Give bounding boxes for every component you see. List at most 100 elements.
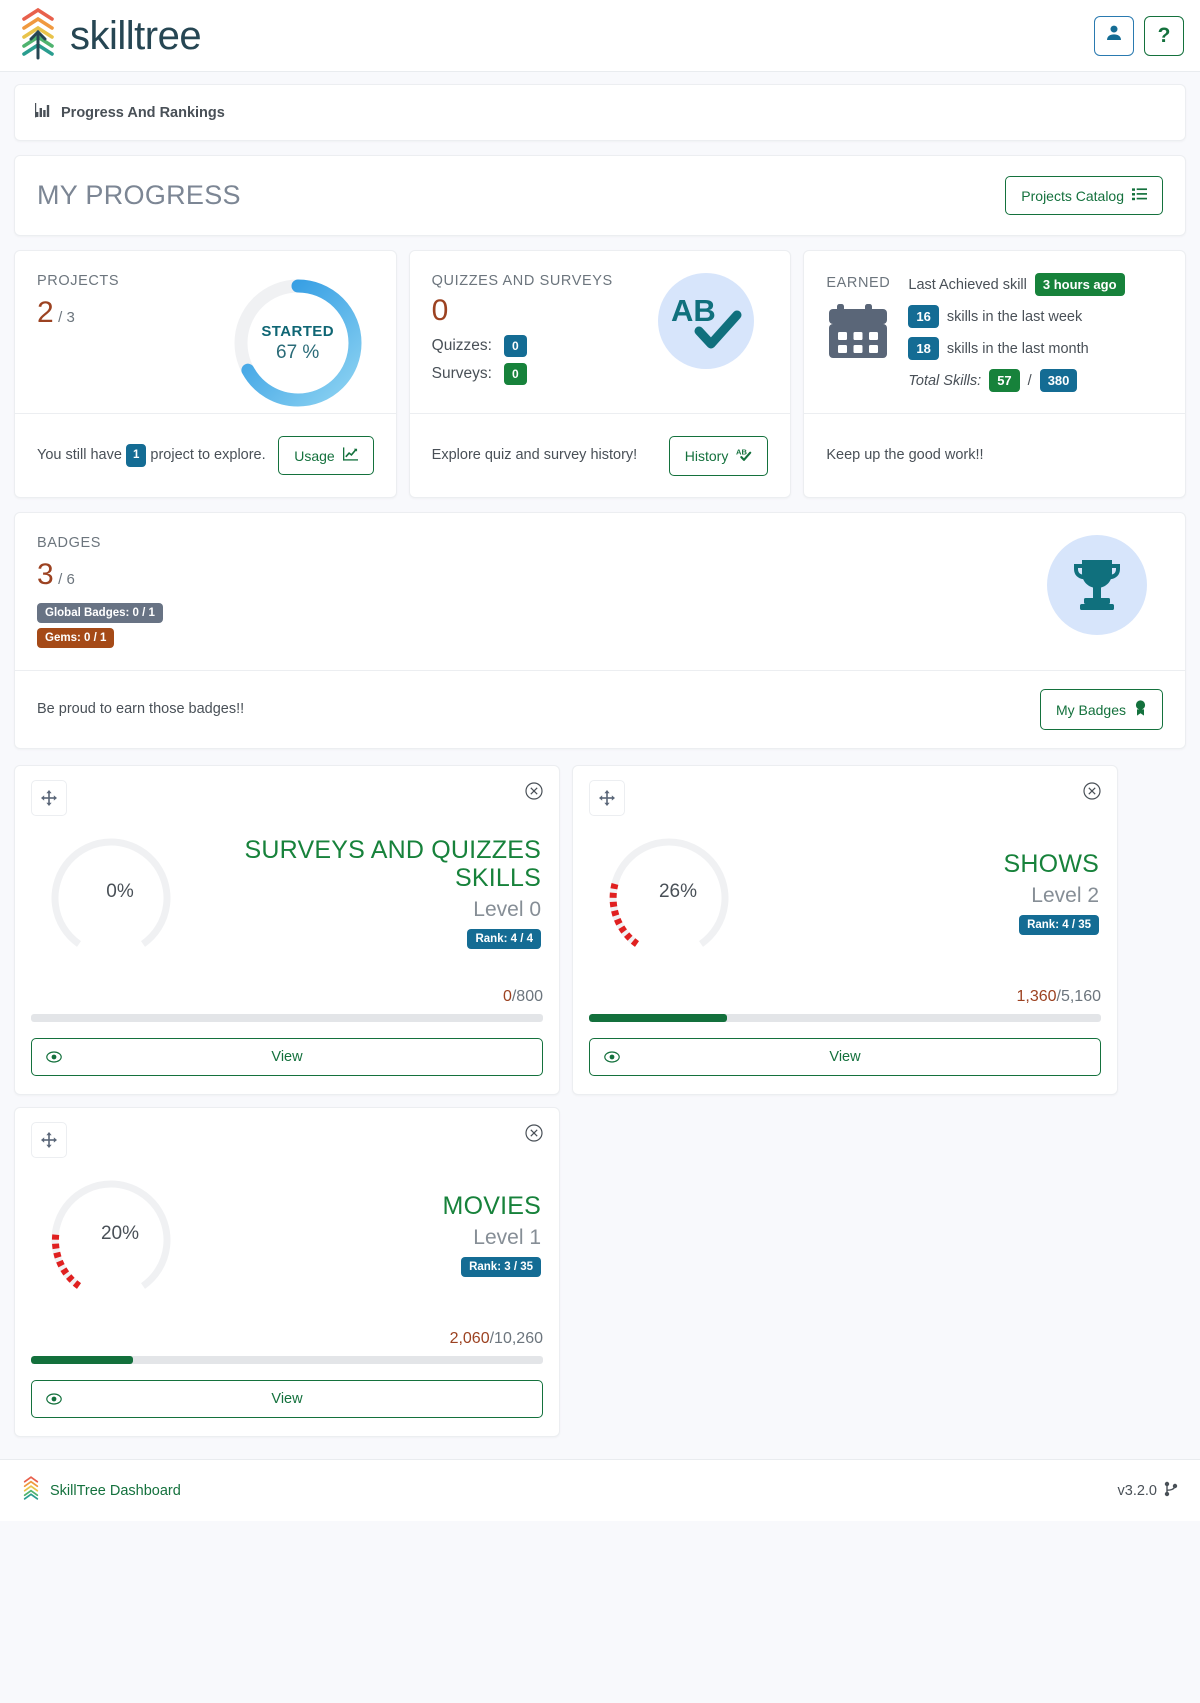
skills-last-week-label: skills in the last week	[946, 308, 1083, 325]
projects-catalog-label: Projects Catalog	[1021, 187, 1124, 204]
tile-close-button[interactable]	[1083, 782, 1101, 805]
quizzes-surveys-card: QUIZZES AND SURVEYS 0 Quizzes: 0 Surveys…	[408, 250, 792, 498]
my-badges-label: My Badges	[1055, 701, 1126, 718]
skills-last-month-label: skills in the last month	[946, 340, 1089, 357]
tile-points-total: /800	[511, 988, 543, 1005]
tile-level: Level 1	[473, 1225, 541, 1249]
projects-card-footer: You still have 1 project to explore. Usa…	[15, 413, 396, 497]
tile-close-button[interactable]	[525, 1124, 543, 1147]
tile-gauge-percent: 26%	[658, 881, 698, 902]
tile-view-button[interactable]: View	[589, 1038, 1101, 1076]
my-progress-header: MY PROGRESS Projects Catalog	[14, 155, 1186, 236]
quizzes-label: QUIZZES AND SURVEYS	[431, 273, 613, 289]
tile-close-button[interactable]	[525, 782, 543, 805]
footer-right: v3.2.0	[1118, 1481, 1179, 1501]
donut-status-label: STARTED	[261, 322, 334, 340]
earned-label: EARNED	[826, 275, 891, 291]
tile-points: 2,060/10,260	[31, 1330, 543, 1348]
earned-lines: Last Achieved skill 3 hours ago 16 skill…	[908, 273, 1125, 392]
projects-card-body: PROJECTS 2 / 3 STARTED 67 %	[15, 251, 396, 413]
tile-progress-fill	[589, 1014, 728, 1022]
last-achieved-label: Last Achieved skill	[908, 276, 1027, 293]
tile-project-name: MOVIES	[442, 1191, 541, 1220]
tile-gauge-percent: 20%	[100, 1223, 140, 1244]
tile-view-button[interactable]: View	[31, 1038, 543, 1076]
skilltree-chevron-logo-icon	[18, 6, 58, 65]
user-menu-button[interactable]	[1094, 15, 1134, 56]
tile-view-label: View	[829, 1049, 861, 1065]
eye-icon	[604, 1051, 620, 1063]
tile-move-handle[interactable]	[589, 780, 625, 816]
brand-name: skilltree	[70, 13, 202, 58]
svg-text:AB: AB	[671, 293, 716, 328]
tile-rank: Rank: 3 / 35	[201, 1256, 541, 1277]
ab-check-small-icon: AB	[736, 447, 752, 465]
chart-line-icon	[342, 447, 358, 464]
total-skills-separator: /	[1027, 372, 1032, 389]
help-button[interactable]: ?	[1144, 15, 1184, 56]
badges-label: BADGES	[37, 535, 102, 551]
brand[interactable]: skilltree	[18, 6, 202, 65]
tile-view-button[interactable]: View	[31, 1380, 543, 1418]
projects-catalog-button[interactable]: Projects Catalog	[1005, 176, 1163, 215]
tile-gauge: 26%	[589, 822, 749, 962]
usage-button[interactable]: Usage	[278, 436, 374, 475]
tile-move-handle[interactable]	[31, 780, 67, 816]
history-button[interactable]: History AB	[668, 435, 769, 476]
surveys-row-count: 0	[503, 363, 527, 385]
global-badges-pill: Global Badges: 0 / 1	[37, 603, 163, 623]
top-bar: skilltree ?	[0, 0, 1200, 72]
projects-count: 2	[37, 296, 54, 329]
tile-gauge: 0%	[31, 822, 191, 962]
quizzes-footer-text: Explore quiz and survey history!	[431, 446, 638, 463]
tile-rank: Rank: 4 / 4	[201, 928, 541, 949]
earned-footer-text: Keep up the good work!!	[826, 446, 984, 463]
footer-left: SkillTree Dashboard	[22, 1475, 181, 1506]
project-tiles: 0% SURVEYS AND QUIZZES SKILLS Level 0 Ra…	[14, 765, 1186, 1437]
user-icon	[1105, 24, 1123, 47]
my-badges-button[interactable]: My Badges	[1039, 689, 1163, 730]
earned-card-footer: Keep up the good work!!	[804, 413, 1186, 497]
eye-icon	[46, 1393, 62, 1405]
tile-move-handle[interactable]	[31, 1122, 67, 1158]
tile-main: 0% SURVEYS AND QUIZZES SKILLS Level 0 Ra…	[31, 822, 543, 962]
eye-icon	[46, 1051, 62, 1063]
ab-check-icon: AB	[658, 273, 755, 369]
footer-dashboard-link[interactable]: SkillTree Dashboard	[50, 1483, 181, 1499]
tile-level: Level 2	[1031, 883, 1099, 907]
project-tile: 0% SURVEYS AND QUIZZES SKILLS Level 0 Ra…	[14, 765, 560, 1095]
gems-pill: Gems: 0 / 1	[37, 628, 115, 648]
question-mark-icon: ?	[1157, 23, 1171, 47]
project-tile: 26% SHOWS Level 2 Rank: 4 / 35 1,360/5,1…	[572, 765, 1118, 1095]
surveys-row: Surveys: 0	[432, 363, 613, 385]
tile-info: SHOWS Level 2 Rank: 4 / 35	[759, 850, 1101, 935]
badges-total: / 6	[58, 571, 75, 588]
quizzes-row-label: Quizzes:	[431, 337, 492, 354]
tile-rank: Rank: 4 / 35	[759, 914, 1099, 935]
tile-project-name: SHOWS	[1003, 849, 1099, 878]
total-skills-label: Total Skills:	[908, 372, 982, 389]
footer: SkillTree Dashboard v3.2.0	[0, 1459, 1200, 1521]
projects-footer-text-before: You still have	[37, 447, 122, 464]
last-achieved-time-badge: 3 hours ago	[1034, 273, 1125, 296]
quizzes-total-count: 0	[431, 294, 449, 327]
breadcrumb: Progress And Rankings	[14, 84, 1186, 141]
usage-label: Usage	[294, 447, 335, 464]
trophy-icon	[1047, 535, 1147, 635]
tile-rank-badge: Rank: 4 / 4	[467, 928, 541, 949]
quizzes-row-count: 0	[503, 335, 527, 357]
projects-label: PROJECTS	[37, 273, 120, 289]
projects-footer-text: You still have 1 project to explore.	[37, 444, 266, 467]
project-tile: 20% MOVIES Level 1 Rank: 3 / 35 2,060/10…	[14, 1107, 560, 1437]
list-check-icon	[1132, 187, 1147, 204]
tile-level: Level 0	[473, 897, 541, 921]
badges-count: 3	[37, 558, 54, 591]
badges-pill-list: Global Badges: 0 / 1 Gems: 0 / 1	[37, 603, 163, 648]
page-content: Progress And Rankings MY PROGRESS Projec…	[0, 72, 1200, 1437]
tile-gauge: 20%	[31, 1164, 191, 1304]
breadcrumb-label: Progress And Rankings	[61, 104, 225, 121]
badge-award-icon	[1134, 700, 1147, 719]
quizzes-breakdown: Quizzes: 0 Surveys: 0	[432, 335, 613, 385]
calendar-icon	[827, 301, 889, 368]
skills-last-week-count: 16	[908, 305, 939, 328]
